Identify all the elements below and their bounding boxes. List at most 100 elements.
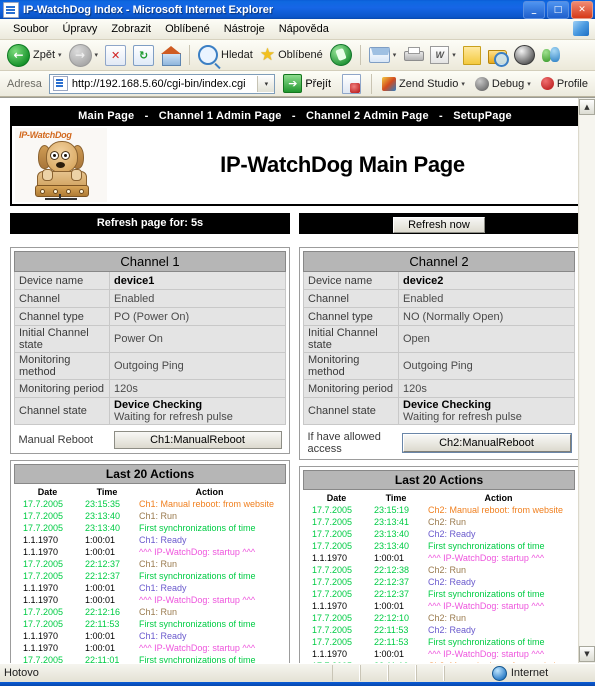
log-date: 1.1.1970	[312, 553, 348, 563]
log-time: 23:13:40	[374, 541, 410, 551]
row-label: Monitoring period	[303, 379, 399, 398]
log-row: 1.1.1970 1:00:01 ^^^ IP-WatchDog: startup …	[303, 601, 575, 613]
log-action: ^^^ IP-WatchDog: startup ^^^	[139, 595, 256, 605]
forward-button[interactable]: → ▾	[66, 43, 102, 67]
log-action: First synchronizations of time	[139, 523, 256, 533]
window-title: IP-WatchDog Index - Microsoft Internet E…	[23, 3, 274, 16]
nav-link-channel-2-admin[interactable]: Channel 2 Admin Page	[306, 110, 429, 122]
row-value: Outgoing Ping	[398, 352, 575, 380]
channel-2-manual-reboot-button[interactable]: Ch2:ManualReboot	[401, 433, 572, 453]
log-action: Ch1: Ready	[139, 535, 187, 545]
scrollbar-track[interactable]	[579, 115, 595, 646]
print-button[interactable]	[400, 43, 426, 67]
zend-studio-button[interactable]: Zend Studio ▾	[379, 72, 468, 96]
refresh-row: Refresh page for: 5s Refresh now	[10, 213, 578, 234]
back-chevron-down-icon[interactable]: ▾	[58, 51, 62, 59]
table-row: Channel Enabled	[14, 289, 286, 308]
favorites-button[interactable]: ★ Oblíbené	[257, 43, 326, 67]
menu-item-oblibene[interactable]: Oblíbené	[158, 21, 217, 37]
maximize-button[interactable]: □	[547, 1, 569, 19]
messenger-button[interactable]	[539, 43, 564, 67]
log-time: 23:15:19	[374, 505, 410, 515]
debug-icon	[474, 76, 489, 91]
refresh-now-button[interactable]: Refresh now	[393, 217, 485, 233]
log-time: 23:15:35	[85, 499, 121, 509]
menu-item-zobrazit[interactable]: Zobrazit	[104, 21, 158, 37]
logo-text: IP-WatchDog	[19, 130, 72, 140]
log-action: First synchronizations of time	[139, 619, 256, 629]
refresh-button[interactable]: ↻	[130, 43, 157, 67]
channel-2-column: Channel 2 Device name device2 Channel Enab…	[299, 241, 578, 663]
refresh-icon: ↻	[133, 44, 155, 66]
log-col-date: Date	[37, 487, 58, 497]
notes-button[interactable]	[460, 43, 484, 67]
page-favicon-icon	[52, 76, 68, 91]
nav-separator-2: -	[291, 110, 296, 122]
channel-2-title: Channel 2	[303, 251, 575, 272]
log-action: ^^^ IP-WatchDog: startup ^^^	[428, 553, 545, 563]
refresh-auto-col: Refresh page for: 5s	[10, 213, 290, 234]
mail-chevron-down-icon[interactable]: ▾	[393, 51, 397, 59]
log-action: First synchronizations of time	[428, 541, 545, 551]
nav-link-setup-page[interactable]: SetupPage	[453, 110, 512, 122]
row-label: Initial Channel state	[14, 325, 110, 353]
manual-reboot-label: Manual Reboot	[14, 424, 110, 450]
menu-item-nastroje[interactable]: Nástroje	[217, 21, 272, 37]
home-button[interactable]	[158, 43, 184, 67]
nav-link-main-page[interactable]: Main Page	[78, 110, 134, 122]
nav-link-channel-1-admin[interactable]: Channel 1 Admin Page	[159, 110, 282, 122]
zend-chevron-down-icon[interactable]: ▾	[461, 80, 465, 88]
go-button[interactable]: ➔ Přejít	[279, 74, 335, 93]
edit-chevron-down-icon[interactable]: ▾	[452, 51, 456, 59]
channel-1-manual-reboot-button[interactable]: Ch1:ManualReboot	[113, 431, 282, 449]
history-search-button[interactable]	[485, 43, 510, 67]
log-action: Ch1: Ready	[139, 583, 187, 593]
row-value: 120s	[398, 379, 575, 398]
edit-word-button[interactable]: W ▾	[427, 43, 459, 67]
stop-button[interactable]: ✕	[102, 43, 129, 67]
log-date: 17.7.2005	[312, 529, 353, 539]
page-scrollbar[interactable]: ▲ ▼	[578, 98, 595, 663]
status-bar: Hotovo Internet	[0, 663, 595, 682]
log-row: 17.7.2005 22:11:53 Ch2: Ready	[303, 625, 575, 637]
log-date: 17.7.2005	[312, 577, 353, 587]
log-date: 1.1.1970	[23, 595, 59, 605]
row-label: Channel type	[14, 307, 110, 326]
zend-debug-button[interactable]: Debug ▾	[472, 72, 534, 96]
search-button[interactable]: Hledat	[195, 43, 256, 67]
log-action: ^^^ IP-WatchDog: startup ^^^	[428, 601, 545, 611]
address-input[interactable]: http://192.168.5.60/cgi-bin/index.cgi ▾	[48, 73, 276, 94]
media-button[interactable]	[327, 43, 355, 67]
table-row: Initial Channel state Open	[303, 325, 575, 353]
back-button[interactable]: ← Zpět ▾	[4, 43, 65, 67]
log-header-row: Date Time Action	[14, 486, 286, 499]
profile-icon	[540, 77, 554, 90]
globe-button[interactable]	[511, 43, 538, 67]
log-action: Ch1: Run	[139, 607, 178, 617]
pdf-button[interactable]	[339, 72, 364, 96]
channel-state-value: Device Checking Waiting for refresh puls…	[398, 397, 575, 425]
minimize-button[interactable]: _	[523, 1, 545, 19]
menu-item-napoveda[interactable]: Nápověda	[272, 21, 336, 37]
channel-state-row: Channel state Device Checking Waiting fo…	[303, 397, 575, 425]
log-time: 22:11:16	[370, 661, 422, 663]
scroll-up-icon[interactable]: ▲	[579, 99, 595, 115]
log-date: 1.1.1970	[23, 631, 59, 641]
zend-profile-button[interactable]: Profile	[538, 72, 591, 96]
menu-item-soubor[interactable]: Soubor	[6, 21, 55, 37]
close-button[interactable]: ✕	[571, 1, 593, 19]
debug-chevron-down-icon[interactable]: ▾	[527, 80, 531, 88]
log-date: 1.1.1970	[23, 547, 59, 557]
nav-separator-3: -	[439, 110, 443, 122]
address-chevron-down-icon[interactable]: ▾	[257, 75, 275, 92]
zend-logo-icon	[382, 76, 397, 91]
refresh-now-bar: Refresh now	[299, 213, 578, 234]
log-date: 17.7.2005	[312, 565, 353, 575]
menu-item-upravy[interactable]: Úpravy	[55, 21, 104, 37]
log-date: 17.7.2005	[23, 559, 64, 569]
log-row: 17.7.2005 22:12:37 First synchronizations …	[303, 589, 575, 601]
row-label: Monitoring method	[303, 352, 399, 380]
scroll-down-icon[interactable]: ▼	[579, 646, 595, 662]
mail-button[interactable]: ▾	[366, 43, 400, 67]
log-date: 17.7.2005	[312, 637, 353, 647]
